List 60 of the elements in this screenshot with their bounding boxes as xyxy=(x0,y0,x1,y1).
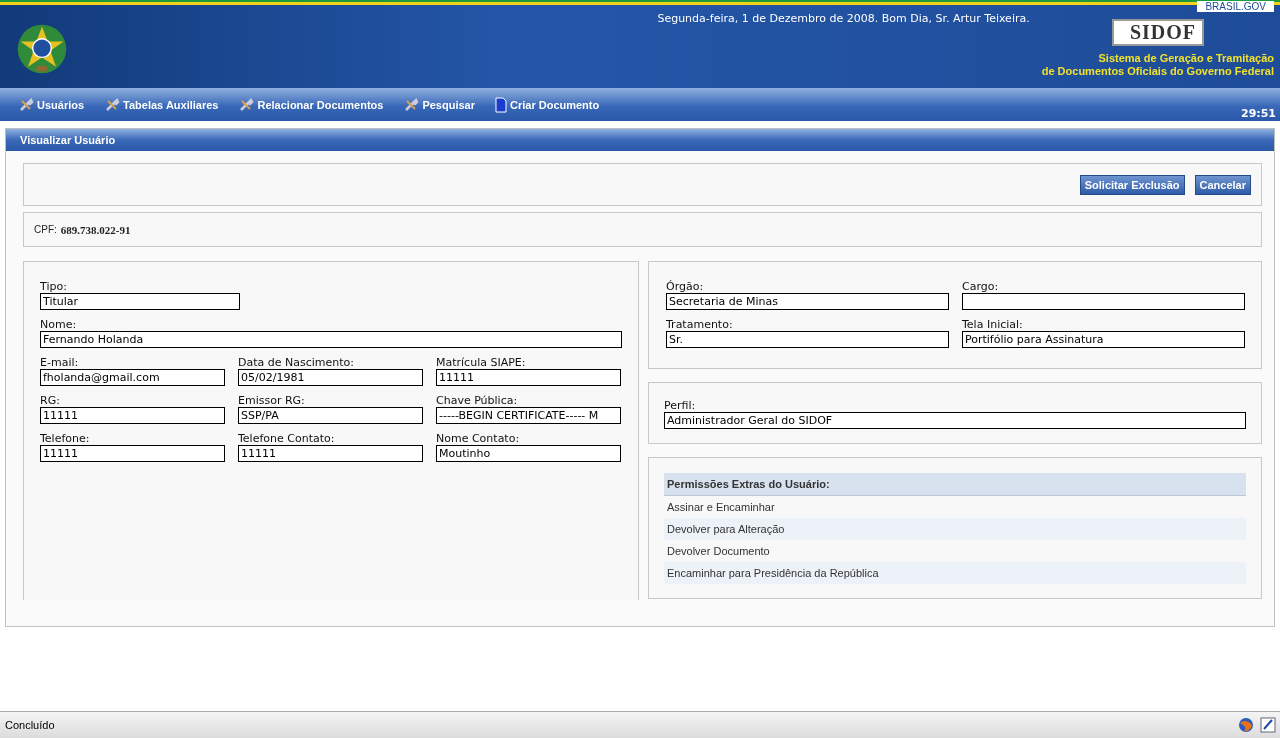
menu-item[interactable]: Tabelas Auxiliares xyxy=(104,96,219,113)
field-label: Matrícula SIAPE: xyxy=(436,356,527,369)
permission-row: Devolver para Alteração xyxy=(664,518,1246,540)
document-icon xyxy=(495,96,507,113)
text-field[interactable]: SSP/PA xyxy=(238,407,423,424)
text-field[interactable]: -----BEGIN CERTIFICATE----- M xyxy=(436,407,621,424)
text-field[interactable]: Administrador Geral do SIDOF xyxy=(664,412,1246,429)
menu-item[interactable]: Criar Documento xyxy=(495,96,600,113)
field-label: Telefone: xyxy=(40,432,91,445)
text-field[interactable] xyxy=(962,293,1245,310)
session-timer: 29:51 xyxy=(1241,107,1276,120)
edit-icon xyxy=(1260,717,1276,733)
text-field[interactable]: 05/02/1981 xyxy=(238,369,423,386)
permissions-header: Permissões Extras do Usuário: xyxy=(664,473,1246,496)
field-label: Perfil: xyxy=(664,399,697,412)
system-name: Sistema de Geração e Tramitação de Documentos Oficiais do Governo Federal xyxy=(1041,52,1274,78)
field-label: Emissor RG: xyxy=(238,394,306,407)
cpf-value: 689.738.022-91 xyxy=(60,223,131,236)
field-label: E-mail: xyxy=(40,356,80,369)
greeting-text: Segunda-feira, 1 de Dezembro de 2008. Bom Dia, Sr. Artur Teixeira. xyxy=(657,11,1031,27)
tools-icon xyxy=(238,96,255,113)
field-label: RG: xyxy=(40,394,61,407)
sidof-logo: SIDOF xyxy=(1111,19,1204,46)
text-field[interactable]: 11111 xyxy=(436,369,621,386)
text-field[interactable]: fholanda@gmail.com xyxy=(40,369,225,386)
field-label: Data de Nascimento: xyxy=(238,356,355,369)
field-label: Cargo: xyxy=(962,280,1000,293)
field-label: Telefone Contato: xyxy=(238,432,336,445)
browser-globe-icon xyxy=(1238,717,1254,733)
text-field[interactable]: Moutinho xyxy=(436,445,621,462)
text-field[interactable]: 11111 xyxy=(238,445,423,462)
text-field[interactable]: Titular xyxy=(40,293,240,310)
portal-link[interactable]: BRASIL.GOV xyxy=(1197,1,1274,12)
page-title: Visualizar Usuário xyxy=(6,129,1274,151)
field-label: Órgão: xyxy=(666,280,705,293)
text-field[interactable]: 11111 xyxy=(40,407,225,424)
field-label: Nome: xyxy=(40,318,78,331)
text-field[interactable]: Fernando Holanda xyxy=(40,331,622,348)
status-text: Concluído xyxy=(5,719,55,731)
text-field[interactable]: Secretaria de Minas xyxy=(666,293,949,310)
field-label: Nome Contato: xyxy=(436,432,521,445)
menu-item[interactable]: Relacionar Documentos xyxy=(238,96,384,113)
permission-row-text: Devolver Documento xyxy=(666,544,771,559)
text-field[interactable]: Portifólio para Assinatura xyxy=(962,331,1245,348)
permission-row-text: Assinar e Encaminhar xyxy=(666,500,776,515)
cpf-label: CPF: xyxy=(34,224,57,235)
tools-icon xyxy=(18,96,34,113)
text-field[interactable]: 11111 xyxy=(40,445,225,462)
menu-item[interactable]: Pesquisar xyxy=(403,96,475,113)
field-label: Tratamento: xyxy=(666,318,734,331)
permission-row: Encaminhar para Presidência da República xyxy=(664,562,1246,584)
menu-item[interactable]: Usuários xyxy=(18,96,85,113)
field-label: Chave Pública: xyxy=(436,394,519,407)
action-button[interactable]: Cancelar xyxy=(1194,174,1251,195)
tools-icon xyxy=(104,96,121,113)
field-label: Tipo: xyxy=(40,280,68,293)
text-field[interactable]: Sr. xyxy=(666,331,949,348)
tools-icon xyxy=(403,96,420,113)
action-button[interactable]: Solicitar Exclusão xyxy=(1079,174,1185,195)
field-label: Tela Inicial: xyxy=(962,318,1024,331)
